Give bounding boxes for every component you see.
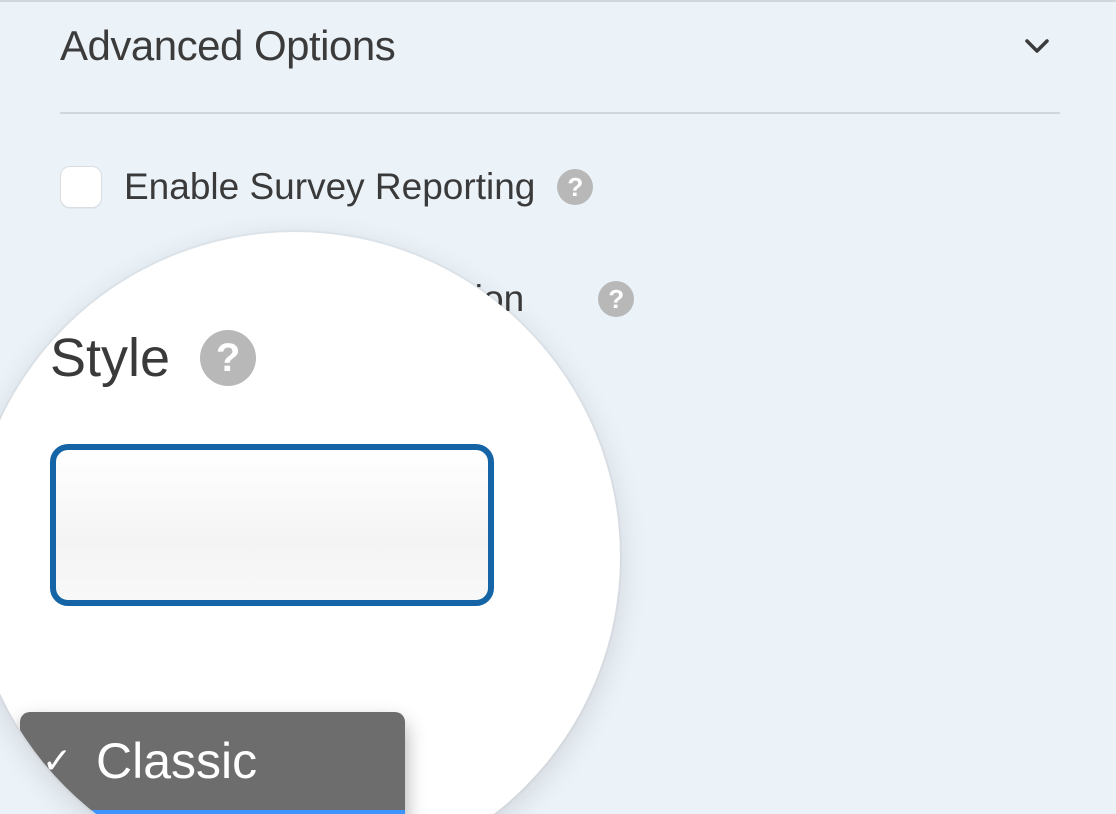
- help-icon[interactable]: ?: [557, 169, 593, 205]
- help-icon[interactable]: ?: [598, 281, 634, 317]
- style-option-modern[interactable]: Modern: [20, 810, 405, 814]
- check-icon: ✓: [42, 740, 72, 782]
- option-row-survey: Enable Survey Reporting ?: [60, 166, 1060, 208]
- style-select[interactable]: [50, 444, 494, 606]
- style-label: Style: [50, 327, 170, 389]
- survey-checkbox[interactable]: [60, 166, 102, 208]
- help-icon[interactable]: ?: [200, 330, 256, 386]
- divider: [60, 112, 1060, 114]
- style-option-classic[interactable]: ✓ Classic: [20, 712, 405, 810]
- advanced-options-header[interactable]: Advanced Options: [60, 2, 1060, 112]
- style-dropdown: ✓ Classic Modern: [20, 712, 405, 814]
- panel-title: Advanced Options: [60, 22, 395, 70]
- style-option-label: Classic: [96, 732, 257, 790]
- chevron-down-icon: [1022, 31, 1052, 61]
- style-label-row: Style ?: [50, 327, 580, 389]
- survey-label: Enable Survey Reporting: [124, 166, 535, 208]
